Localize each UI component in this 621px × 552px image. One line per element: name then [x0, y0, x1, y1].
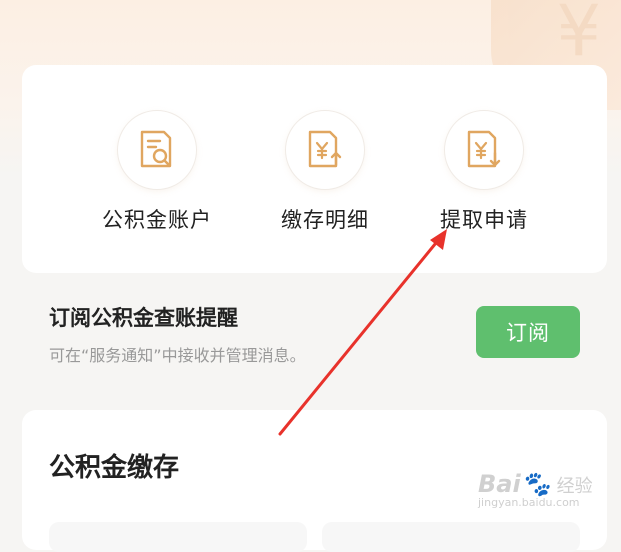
paw-icon: 🐾 — [520, 470, 551, 498]
menu-item-withdraw-apply[interactable]: 提取申请 — [414, 110, 554, 234]
menu-item-account[interactable]: 公积金账户 — [87, 110, 227, 234]
watermark-brand: Bai — [478, 470, 521, 498]
deposit-title: 公积金缴存 — [49, 453, 180, 483]
watermark-url: jingyan.baidu.com — [478, 496, 580, 509]
document-search-icon — [140, 130, 172, 168]
menu-icon-circle — [444, 110, 524, 190]
subscribe-description: 可在“服务通知”中接收并管理消息。 — [49, 346, 306, 365]
subscribe-title: 订阅公积金查账提醒 — [49, 306, 238, 330]
subscribe-button[interactable]: 订阅 — [476, 306, 580, 358]
deposit-sub-card-left[interactable] — [49, 522, 307, 552]
watermark-brand-suffix: 经验 — [556, 476, 593, 497]
menu-label-withdraw-apply: 提取申请 — [440, 208, 528, 232]
document-yuan-down-icon — [467, 130, 501, 168]
menu-label-account: 公积金账户 — [102, 208, 212, 232]
menu-icon-circle — [285, 110, 365, 190]
subscribe-reminder-row: 订阅公积金查账提醒 可在“服务通知”中接收并管理消息。 订阅 — [22, 290, 607, 390]
menu-icon-circle — [117, 110, 197, 190]
baidu-watermark: Bai🐾 经验 jingyan.baidu.com — [478, 470, 618, 530]
menu-label-deposit-details: 缴存明细 — [281, 208, 369, 232]
menu-item-deposit-details[interactable]: 缴存明细 — [255, 110, 395, 234]
document-yuan-up-icon — [308, 130, 342, 168]
yuan-decoration-icon: ¥ — [556, 0, 601, 72]
service-menu-card: 公积金账户 缴存明细 提取申请 — [22, 65, 607, 273]
